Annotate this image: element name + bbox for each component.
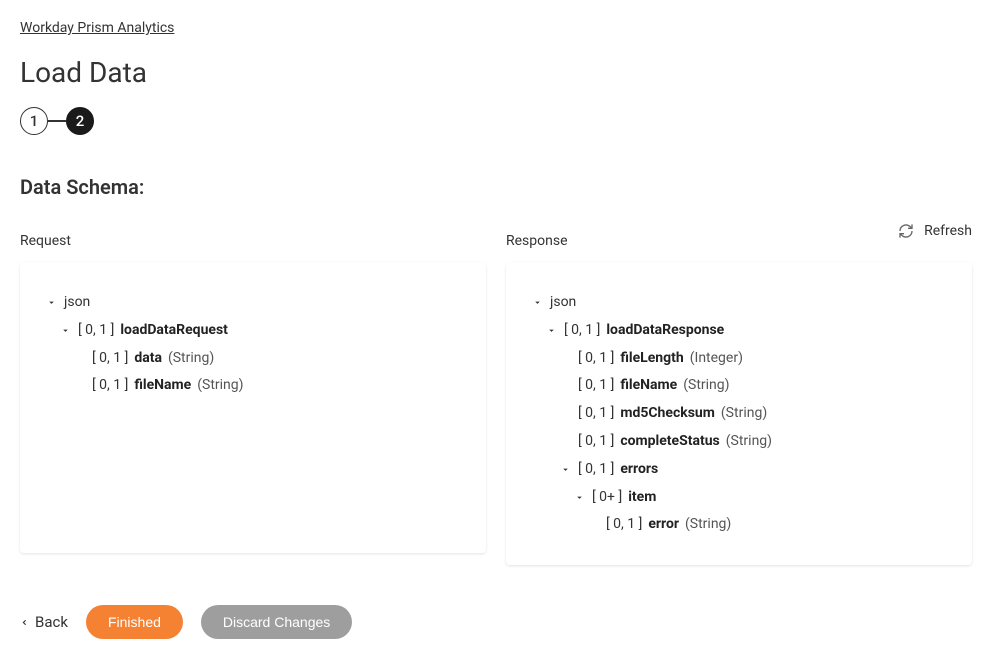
chevron-down-icon[interactable] — [530, 296, 544, 310]
chevron-down-icon[interactable] — [44, 296, 58, 310]
tree-node-data[interactable]: [ 0, 1 ] data (String) — [44, 345, 462, 373]
tree-field-name: error — [648, 513, 679, 537]
chevron-down-icon[interactable] — [558, 463, 572, 477]
section-title: Data Schema: — [20, 175, 972, 199]
tree-cardinality: [ 0, 1 ] — [606, 513, 642, 537]
tree-field-name: fileLength — [620, 347, 683, 371]
tree-node-json[interactable]: json — [44, 289, 462, 317]
tree-field-name: loadDataResponse — [606, 319, 724, 343]
tree-node-item[interactable]: [ 0+ ] item — [530, 484, 948, 512]
tree-node-loaddataresponse[interactable]: [ 0, 1 ] loadDataResponse — [530, 317, 948, 345]
tree-cardinality: [ 0, 1 ] — [578, 402, 614, 426]
tree-cardinality: [ 0+ ] — [592, 486, 622, 510]
tree-node-filename[interactable]: [ 0, 1 ] fileName (String) — [530, 372, 948, 400]
chevron-down-icon[interactable] — [544, 324, 558, 338]
request-column: Request json [ 0, 1 ] loadDataRequest [ … — [20, 233, 486, 565]
tree-field-name: completeStatus — [620, 430, 719, 454]
chevron-left-icon — [20, 618, 29, 627]
tree-field-type: (String) — [726, 430, 772, 454]
tree-field-name: fileName — [620, 374, 677, 398]
tree-node-loaddatarequest[interactable]: [ 0, 1 ] loadDataRequest — [44, 317, 462, 345]
tree-field-name: errors — [620, 458, 658, 482]
tree-node-json[interactable]: json — [530, 289, 948, 317]
tree-cardinality: [ 0, 1 ] — [578, 458, 614, 482]
chevron-down-icon[interactable] — [58, 324, 72, 338]
tree-field-name: item — [628, 486, 656, 510]
breadcrumb-link[interactable]: Workday Prism Analytics — [20, 20, 174, 36]
tree-field-name: fileName — [134, 374, 191, 398]
tree-cardinality: [ 0, 1 ] — [92, 347, 128, 371]
step-1[interactable]: 1 — [20, 107, 48, 135]
tree-node-md5checksum[interactable]: [ 0, 1 ] md5Checksum (String) — [530, 400, 948, 428]
back-label: Back — [35, 613, 68, 631]
tree-cardinality: [ 0, 1 ] — [578, 347, 614, 371]
tree-label: json — [64, 291, 90, 315]
back-button[interactable]: Back — [20, 613, 68, 631]
chevron-down-icon[interactable] — [572, 490, 586, 504]
tree-node-completestatus[interactable]: [ 0, 1 ] completeStatus (String) — [530, 428, 948, 456]
finished-button[interactable]: Finished — [86, 605, 183, 639]
stepper: 1 2 — [20, 107, 972, 135]
tree-field-type: (String) — [721, 402, 767, 426]
tree-cardinality: [ 0, 1 ] — [92, 374, 128, 398]
tree-node-filelength[interactable]: [ 0, 1 ] fileLength (Integer) — [530, 345, 948, 373]
request-schema-card: json [ 0, 1 ] loadDataRequest [ 0, 1 ] d… — [20, 263, 486, 553]
tree-field-name: loadDataRequest — [120, 319, 228, 343]
discard-changes-button[interactable]: Discard Changes — [201, 605, 352, 639]
tree-field-type: (String) — [683, 374, 729, 398]
tree-field-type: (String) — [685, 513, 731, 537]
page-title: Load Data — [20, 56, 972, 89]
tree-node-errors[interactable]: [ 0, 1 ] errors — [530, 456, 948, 484]
response-column: Response json [ 0, 1 ] loadDataResponse … — [506, 233, 972, 565]
response-column-label: Response — [506, 233, 972, 249]
request-column-label: Request — [20, 233, 486, 249]
response-schema-card: json [ 0, 1 ] loadDataResponse [ 0, 1 ] … — [506, 263, 972, 565]
tree-cardinality: [ 0, 1 ] — [578, 374, 614, 398]
footer-actions: Back Finished Discard Changes — [20, 605, 972, 639]
step-connector — [48, 120, 66, 122]
tree-field-type: (String) — [168, 347, 214, 371]
tree-label: json — [550, 291, 576, 315]
step-2[interactable]: 2 — [66, 107, 94, 135]
tree-cardinality: [ 0, 1 ] — [578, 430, 614, 454]
tree-field-name: md5Checksum — [620, 402, 715, 426]
tree-node-filename[interactable]: [ 0, 1 ] fileName (String) — [44, 372, 462, 400]
tree-field-type: (String) — [197, 374, 243, 398]
tree-node-error[interactable]: [ 0, 1 ] error (String) — [530, 511, 948, 539]
tree-cardinality: [ 0, 1 ] — [78, 319, 114, 343]
tree-field-type: (Integer) — [690, 347, 743, 371]
tree-cardinality: [ 0, 1 ] — [564, 319, 600, 343]
tree-field-name: data — [134, 347, 162, 371]
